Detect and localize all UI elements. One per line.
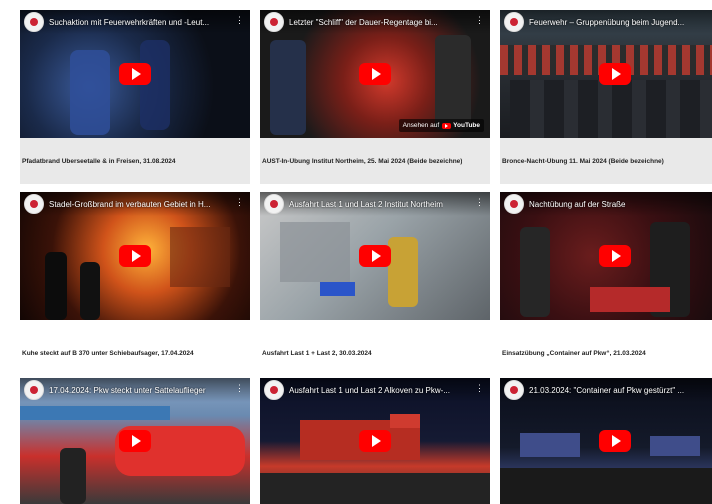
channel-avatar-icon[interactable] <box>24 194 44 214</box>
video-title[interactable]: Letzter "Schliff" der Dauer-Regentage bi… <box>289 18 438 27</box>
video-grid: Suchaktion mit Feuerwehrkräften und -Leu… <box>0 0 712 504</box>
channel-avatar-icon[interactable] <box>24 380 44 400</box>
youtube-play-icon[interactable] <box>359 430 391 452</box>
youtube-play-icon[interactable] <box>119 430 151 452</box>
video-title[interactable]: Ausfahrt Last 1 und Last 2 Institut Nort… <box>289 200 443 209</box>
more-vertical-icon[interactable]: ⋮ <box>475 384 484 393</box>
video-thumbnail[interactable]: Feuerwehr – Gruppenübung beim Jugend... … <box>500 10 712 138</box>
video-title[interactable]: Nachtübung auf der Straße <box>529 200 626 209</box>
youtube-brand: YouTube <box>453 122 480 129</box>
channel-avatar-icon[interactable] <box>264 12 284 32</box>
video-thumbnail[interactable]: 21.03.2024: "Container auf Pkw gestürzt"… <box>500 378 712 504</box>
more-vertical-icon[interactable]: ⋮ <box>235 198 244 207</box>
channel-avatar-icon[interactable] <box>264 380 284 400</box>
youtube-play-icon[interactable] <box>119 245 151 267</box>
video-caption: Einsatzübung „Container auf Pkw“, 21.03.… <box>502 350 646 357</box>
video-caption: Ausfahrt Last 1 + Last 2, 30.03.2024 <box>262 350 372 357</box>
video-caption: Pfadatbrand Uberseetalle & in Freisen, 3… <box>22 157 176 165</box>
channel-avatar-icon[interactable] <box>504 12 524 32</box>
video-title[interactable]: 21.03.2024: "Container auf Pkw gestürzt"… <box>529 386 684 395</box>
video-thumbnail[interactable]: Stadel-Großbrand im verbauten Gebiet in … <box>20 192 250 320</box>
video-title[interactable]: Ausfahrt Last 1 und Last 2 Alkoven zu Pk… <box>289 386 450 395</box>
video-thumbnail[interactable]: Nachtübung auf der Straße ⋮ <box>500 192 712 320</box>
video-card[interactable]: Suchaktion mit Feuerwehrkräften und -Leu… <box>20 10 250 138</box>
video-title[interactable]: 17.04.2024: Pkw steckt unter Sattelaufli… <box>49 386 206 395</box>
video-card[interactable]: Feuerwehr – Gruppenübung beim Jugend... … <box>500 10 712 138</box>
youtube-logo-icon: YouTube <box>442 122 480 129</box>
caption-band: Bronce-Nacht-Übung 11. Mai 2024 (Beide b… <box>500 138 712 184</box>
video-thumbnail[interactable]: Letzter "Schliff" der Dauer-Regentage bi… <box>260 10 490 138</box>
video-card[interactable]: Ausfahrt Last 1 und Last 2 Institut Nort… <box>260 192 490 320</box>
video-card[interactable]: Letzter "Schliff" der Dauer-Regentage bi… <box>260 10 490 138</box>
youtube-play-icon[interactable] <box>599 63 631 85</box>
video-caption: Kuhe steckt auf B 370 unter Schiebaufsag… <box>22 350 194 357</box>
video-thumbnail[interactable]: Ausfahrt Last 1 und Last 2 Alkoven zu Pk… <box>260 378 490 504</box>
caption-band: Pfadatbrand Uberseetalle & in Freisen, 3… <box>20 138 250 184</box>
caption-band: AUST-In-Übung Institut Northeim, 25. Mai… <box>260 138 490 184</box>
video-thumbnail[interactable]: 17.04.2024: Pkw steckt unter Sattelaufli… <box>20 378 250 504</box>
youtube-play-icon[interactable] <box>359 245 391 267</box>
youtube-play-icon[interactable] <box>599 245 631 267</box>
video-title[interactable]: Suchaktion mit Feuerwehrkräften und -Leu… <box>49 18 209 27</box>
watch-on-label: Ansehen auf <box>402 122 440 129</box>
video-title[interactable]: Stadel-Großbrand im verbauten Gebiet in … <box>49 200 210 209</box>
video-card[interactable]: Stadel-Großbrand im verbauten Gebiet in … <box>20 192 250 320</box>
more-vertical-icon[interactable]: ⋮ <box>235 16 244 25</box>
channel-avatar-icon[interactable] <box>504 380 524 400</box>
channel-avatar-icon[interactable] <box>24 12 44 32</box>
video-card[interactable]: Nachtübung auf der Straße ⋮ <box>500 192 712 320</box>
channel-avatar-icon[interactable] <box>504 194 524 214</box>
video-card[interactable]: Ausfahrt Last 1 und Last 2 Alkoven zu Pk… <box>260 378 490 504</box>
youtube-play-icon[interactable] <box>119 63 151 85</box>
more-vertical-icon[interactable]: ⋮ <box>475 16 484 25</box>
channel-avatar-icon[interactable] <box>264 194 284 214</box>
video-caption: AUST-In-Übung Institut Northeim, 25. Mai… <box>262 157 463 165</box>
video-thumbnail[interactable]: Ausfahrt Last 1 und Last 2 Institut Nort… <box>260 192 490 320</box>
video-card[interactable]: 17.04.2024: Pkw steckt unter Sattelaufli… <box>20 378 250 504</box>
youtube-play-icon[interactable] <box>599 430 631 452</box>
video-thumbnail[interactable]: Suchaktion mit Feuerwehrkräften und -Leu… <box>20 10 250 138</box>
video-card[interactable]: 21.03.2024: "Container auf Pkw gestürzt"… <box>500 378 712 504</box>
more-vertical-icon[interactable]: ⋮ <box>475 198 484 207</box>
video-caption: Bronce-Nacht-Übung 11. Mai 2024 (Beide b… <box>502 157 664 165</box>
video-title[interactable]: Feuerwehr – Gruppenübung beim Jugend... <box>529 18 684 27</box>
youtube-play-icon[interactable] <box>359 63 391 85</box>
watch-on-youtube-button[interactable]: Ansehen auf YouTube <box>398 119 484 132</box>
more-vertical-icon[interactable]: ⋮ <box>235 384 244 393</box>
